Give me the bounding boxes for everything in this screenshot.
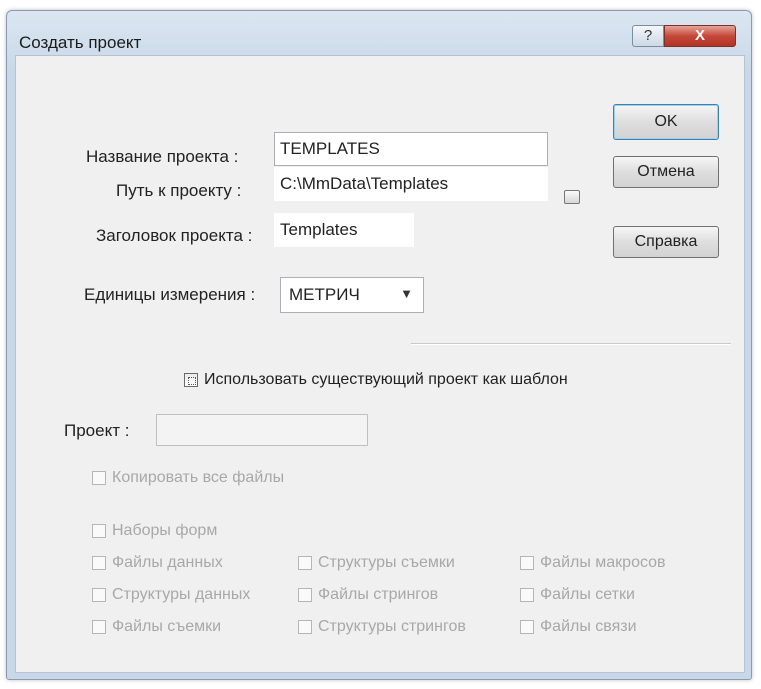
grid-files-label: Файлы сетки (540, 586, 635, 603)
cancel-button[interactable]: Отмена (613, 156, 719, 188)
chevron-down-icon: ▼ (400, 286, 413, 301)
separator (411, 343, 731, 345)
units-select[interactable]: МЕТРИЧ ▼ (280, 277, 424, 313)
data-files-label: Файлы данных (112, 554, 223, 571)
use-template-checkbox[interactable]: Использовать существующий проект как шаб… (184, 371, 568, 389)
dialog-body: Название проекта : TEMPLATES Путь к прое… (15, 55, 745, 673)
link-files-checkbox[interactable]: Файлы связи (520, 618, 637, 636)
data-structures-checkbox[interactable]: Структуры данных (92, 586, 250, 604)
units-label: Единицы измерения : (84, 285, 256, 304)
form-sets-checkbox[interactable]: Наборы форм (92, 522, 217, 540)
survey-structures-checkbox[interactable]: Структуры съемки (298, 554, 455, 572)
project-name-input[interactable]: TEMPLATES (274, 132, 548, 166)
data-files-checkbox[interactable]: Файлы данных (92, 554, 223, 572)
use-template-label: Использовать существующий проект как шаб… (204, 371, 568, 388)
project-path-input[interactable]: C:\MmData\Templates (274, 167, 548, 201)
project-input[interactable] (156, 414, 368, 446)
units-value: МЕТРИЧ (289, 285, 360, 304)
survey-files-checkbox[interactable]: Файлы съемки (92, 618, 221, 636)
close-icon[interactable]: X (664, 25, 736, 47)
window-title: Создать проект (19, 33, 142, 52)
copy-all-label: Копировать все файлы (112, 469, 285, 486)
help-icon[interactable]: ? (632, 25, 664, 47)
title-bar[interactable]: Создать проект ? X (7, 11, 751, 55)
ok-button[interactable]: OK (613, 104, 719, 140)
macro-files-label: Файлы макросов (540, 554, 666, 571)
form-sets-label: Наборы форм (112, 522, 218, 539)
string-files-checkbox[interactable]: Файлы стрингов (298, 586, 438, 604)
link-files-label: Файлы связи (540, 618, 637, 635)
macro-files-checkbox[interactable]: Файлы макросов (520, 554, 666, 572)
create-project-dialog: Создать проект ? X Название проекта : TE… (6, 10, 752, 680)
help-button[interactable]: Справка (613, 226, 719, 258)
project-name-label: Название проекта : (86, 147, 239, 166)
string-structures-label: Структуры стрингов (318, 618, 466, 635)
project-path-label: Путь к проекту : (116, 181, 242, 200)
project-heading-input[interactable]: Templates (274, 213, 414, 247)
survey-structures-label: Структуры съемки (318, 554, 455, 571)
string-files-label: Файлы стрингов (318, 586, 439, 603)
copy-all-checkbox[interactable]: Копировать все файлы (92, 469, 284, 487)
grid-files-checkbox[interactable]: Файлы сетки (520, 586, 635, 604)
project-label: Проект : (64, 421, 130, 440)
string-structures-checkbox[interactable]: Структуры стрингов (298, 618, 466, 636)
browse-icon[interactable] (564, 190, 580, 204)
survey-files-label: Файлы съемки (112, 618, 222, 635)
project-heading-label: Заголовок проекта : (96, 226, 253, 245)
checkbox-box (184, 373, 198, 387)
data-structures-label: Структуры данных (112, 586, 251, 603)
